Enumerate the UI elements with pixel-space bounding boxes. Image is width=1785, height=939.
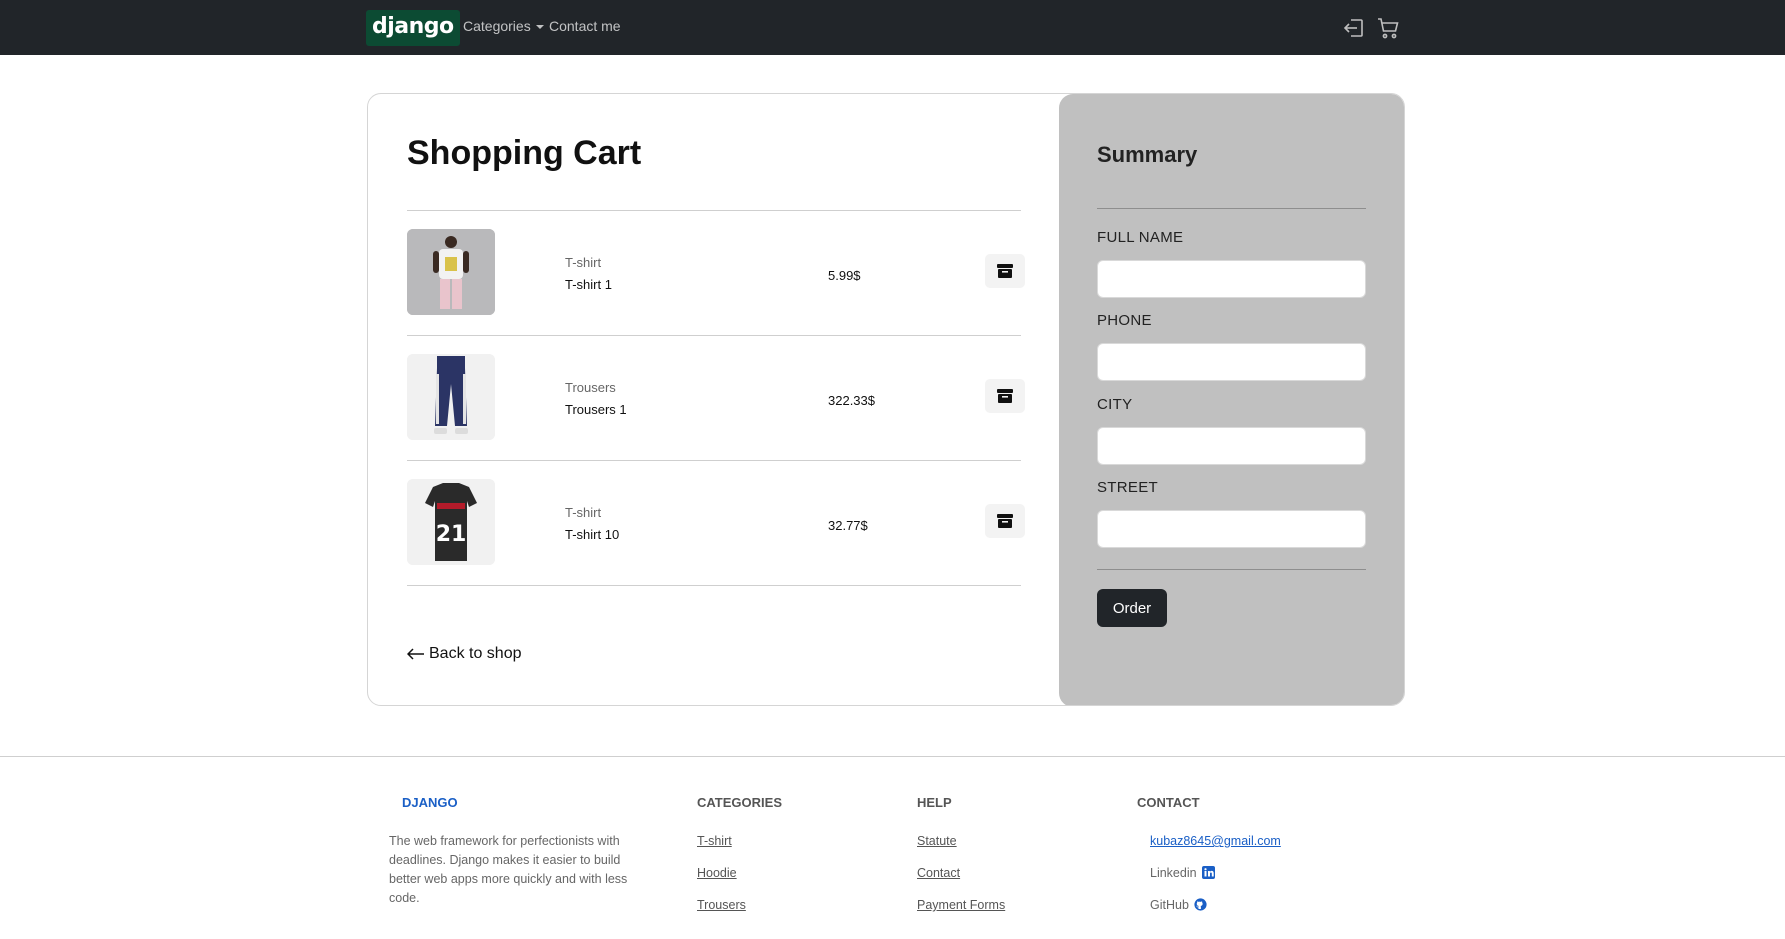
city-label: CITY — [1097, 396, 1133, 413]
top-navbar: django Categories Contact me — [0, 0, 1785, 55]
nav-contact-link[interactable]: Contact me — [549, 18, 621, 34]
remove-item-button[interactable] — [985, 379, 1025, 413]
item-price: 5.99$ — [828, 268, 861, 283]
caret-down-icon — [535, 25, 544, 30]
footer: DJANGO The web framework for perfectioni… — [0, 756, 1785, 939]
phone-label: PHONE — [1097, 312, 1152, 329]
remove-item-button[interactable] — [985, 504, 1025, 538]
archive-icon — [997, 514, 1013, 528]
arrow-left-icon — [406, 648, 424, 660]
item-name[interactable]: T-shirt 1 — [565, 277, 612, 292]
item-price: 32.77$ — [828, 518, 868, 533]
product-image[interactable] — [407, 354, 495, 440]
item-category: Trousers — [565, 380, 616, 395]
footer-category-link[interactable]: Trousers — [697, 898, 746, 912]
github-label: GitHub — [1150, 898, 1189, 912]
remove-item-button[interactable] — [985, 254, 1025, 288]
footer-contact-heading: CONTACT — [1137, 795, 1200, 810]
product-image[interactable]: 21 — [407, 479, 495, 565]
footer-category-link[interactable]: T-shirt — [697, 834, 732, 848]
full-name-input[interactable] — [1097, 260, 1366, 298]
divider — [1097, 569, 1366, 570]
nav-categories-label: Categories — [463, 18, 531, 34]
brand-logo[interactable]: django — [366, 10, 460, 46]
cart-item: T-shirt T-shirt 1 5.99$ — [407, 210, 1025, 335]
cart-panel: Shopping Cart T-shirt T-shirt 1 5.99$ Tr… — [368, 94, 1059, 705]
summary-title: Summary — [1097, 142, 1198, 167]
footer-github-link[interactable]: GitHub — [1150, 898, 1207, 912]
svg-text:21: 21 — [436, 522, 467, 547]
order-button[interactable]: Order — [1097, 589, 1167, 627]
product-image[interactable] — [407, 229, 495, 315]
archive-icon — [997, 389, 1013, 403]
item-category: T-shirt — [565, 255, 602, 270]
cart-item: 21 T-shirt T-shirt 10 32.77$ — [407, 460, 1025, 585]
linkedin-icon — [1202, 866, 1216, 879]
back-to-shop-link[interactable]: Back to shop — [406, 645, 522, 663]
summary-panel: Summary FULL NAME PHONE CITY STREET Orde… — [1059, 94, 1404, 705]
footer-payment-forms-link[interactable]: Payment Forms — [917, 898, 1005, 912]
footer-description: The web framework for perfectionists wit… — [389, 834, 628, 905]
full-name-label: FULL NAME — [1097, 229, 1184, 246]
phone-input[interactable] — [1097, 343, 1366, 381]
back-to-shop-label: Back to shop — [429, 645, 522, 662]
item-category: T-shirt — [565, 505, 602, 520]
footer-statute-link[interactable]: Statute — [917, 834, 957, 848]
footer-contact-link[interactable]: Contact — [917, 866, 960, 880]
cart-icon[interactable] — [1376, 16, 1400, 40]
street-label: STREET — [1097, 479, 1158, 496]
footer-email-link[interactable]: kubaz8645@gmail.com — [1150, 834, 1281, 848]
item-name[interactable]: T-shirt 10 — [565, 527, 619, 542]
linkedin-label: Linkedin — [1150, 866, 1197, 880]
footer-help-heading: HELP — [917, 795, 952, 810]
cart-card: Shopping Cart T-shirt T-shirt 1 5.99$ Tr… — [367, 93, 1405, 706]
footer-categories-heading: CATEGORIES — [697, 795, 782, 810]
city-input[interactable] — [1097, 427, 1366, 465]
item-name[interactable]: Trousers 1 — [565, 402, 627, 417]
footer-category-link[interactable]: Hoodie — [697, 866, 737, 880]
divider — [407, 585, 1021, 586]
archive-icon — [997, 264, 1013, 278]
login-icon[interactable] — [1342, 16, 1366, 40]
street-input[interactable] — [1097, 510, 1366, 548]
footer-linkedin-link[interactable]: Linkedin — [1150, 866, 1216, 880]
nav-categories-dropdown[interactable]: Categories — [463, 18, 544, 34]
item-price: 322.33$ — [828, 393, 875, 408]
footer-brand: DJANGO — [402, 795, 458, 810]
divider — [1097, 208, 1366, 209]
cart-title: Shopping Cart — [407, 134, 642, 172]
cart-item: Trousers Trousers 1 322.33$ — [407, 335, 1025, 460]
github-icon — [1194, 898, 1207, 911]
